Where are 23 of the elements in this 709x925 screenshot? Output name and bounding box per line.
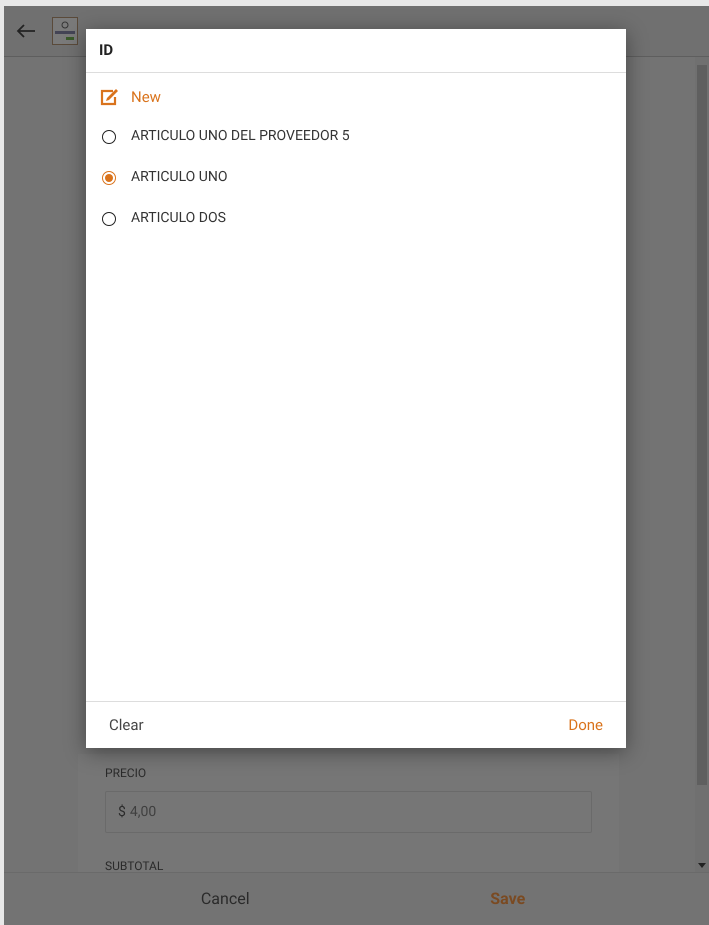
field-label: SUBTOTAL [105, 858, 164, 872]
price-field[interactable]: $ 4,00 [105, 791, 592, 833]
radio-button[interactable] [102, 170, 116, 184]
field-label: PRECIO [105, 765, 148, 782]
cancel-button[interactable]: Cancel [200, 887, 250, 911]
option-label: ARTICULO UNO DEL PROVEEDOR 5 [131, 127, 350, 146]
logo-icon [52, 17, 78, 45]
option-item[interactable]: ARTICULO UNO [86, 157, 626, 198]
new-item-button[interactable]: New [86, 85, 626, 109]
currency-prefix: $ [118, 802, 126, 822]
edit-icon [99, 88, 119, 106]
price-input[interactable]: 4,00 [130, 802, 230, 822]
dialog-title: ID [99, 40, 114, 62]
clear-button[interactable]: Clear [109, 714, 144, 736]
option-label: ARTICULO UNO [131, 168, 228, 187]
back-arrow-icon[interactable] [16, 23, 36, 39]
option-item[interactable]: ARTICULO UNO DEL PROVEEDOR 5 [86, 116, 626, 157]
radio-button[interactable] [102, 130, 116, 144]
scroll-down-icon[interactable] [698, 863, 706, 868]
radio-button[interactable] [102, 212, 116, 226]
option-item[interactable]: ARTICULO DOS [86, 198, 626, 239]
option-label: ARTICULO DOS [131, 209, 226, 228]
done-button[interactable]: Done [568, 714, 603, 736]
